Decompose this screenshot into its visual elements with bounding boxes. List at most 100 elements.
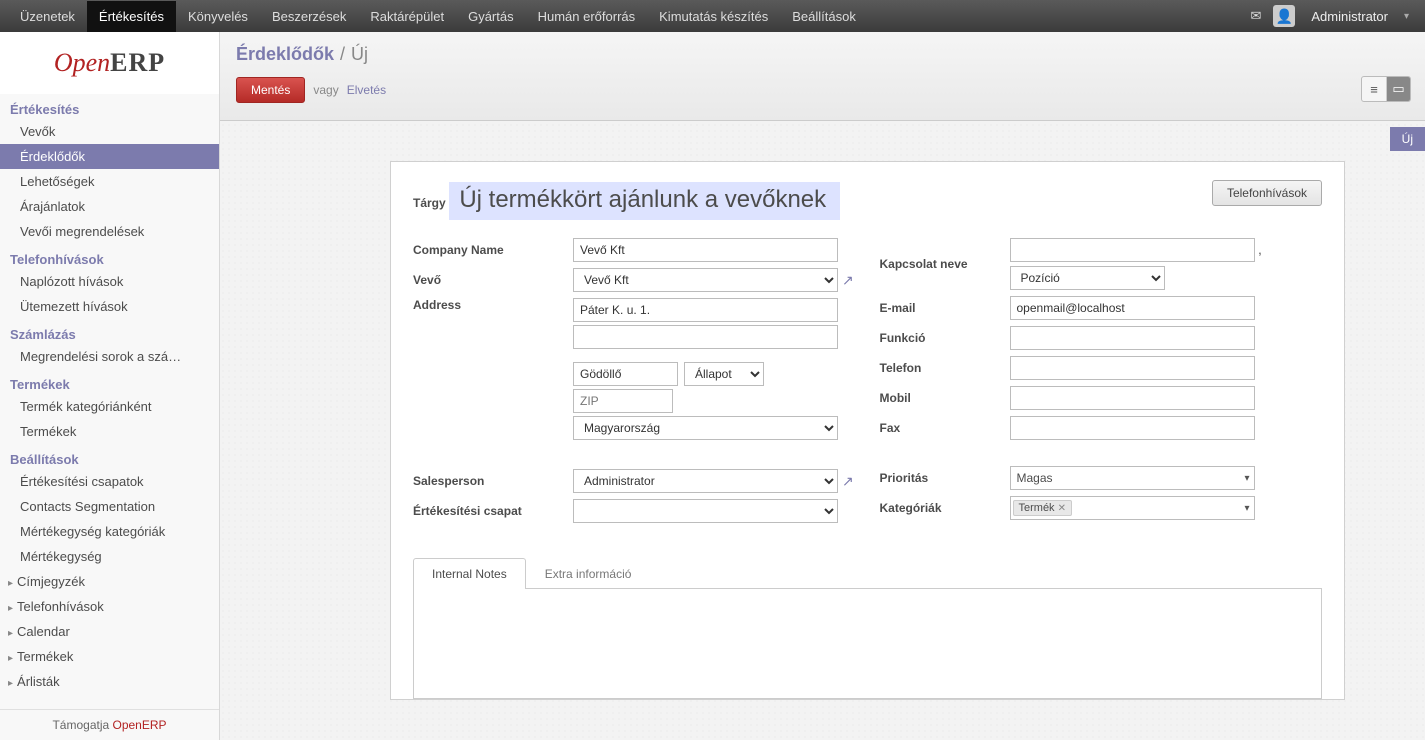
sidebar-item[interactable]: Vevői megrendelések [0,219,219,244]
sidebar: OpenERP ÉrtékesítésVevőkÉrdeklődőkLehető… [0,32,220,740]
topmenu-item[interactable]: Beszerzések [260,1,358,32]
logo[interactable]: OpenERP [0,32,220,94]
sidebar-item[interactable]: Érdeklődők [0,144,219,169]
chevron-down-icon: ▾ [1244,503,1249,514]
subject-field[interactable]: Új termékkört ajánlunk a vevőknek [449,182,840,220]
sidebar-item[interactable]: Telefonhívások [0,594,219,619]
categories-tagbox[interactable]: Termék ✕ ▾ [1010,496,1255,520]
topmenu-item[interactable]: Értékesítés [87,1,176,32]
priority-select[interactable]: Magas ▾ [1010,466,1255,490]
sidebar-item[interactable]: Megrendelési sorok a szá… [0,344,219,369]
fax-input[interactable] [1010,416,1255,440]
mobile-input[interactable] [1010,386,1255,410]
view-switcher: ≡ ▭ [1361,76,1411,102]
street2-input[interactable] [573,325,838,349]
status-tag-new[interactable]: Új [1390,127,1425,151]
street-input[interactable] [573,298,838,322]
sidebar-item[interactable]: Calendar [0,619,219,644]
sidebar-item[interactable]: Mértékegység [0,544,219,569]
tab-internal-notes[interactable]: Internal Notes [413,558,526,589]
discard-link[interactable]: Elvetés [347,83,386,97]
function-input[interactable] [1010,326,1255,350]
sidebar-section-title: Beállítások [0,444,219,469]
chevron-down-icon: ▾ [1244,473,1249,484]
email-label: E-mail [880,301,1000,315]
address-label: Address [413,298,563,312]
title-select[interactable]: Pozíció [1010,266,1165,290]
country-select[interactable]: Magyarország [573,416,838,440]
sidebar-item[interactable]: Termékek [0,644,219,669]
view-header: Érdeklődők / Új Mentés vagy Elvetés ≡ ▭ [220,32,1425,121]
close-icon[interactable]: ✕ [1058,503,1066,514]
top-menubar: ÜzenetekÉrtékesítésKönyvelésBeszerzésekR… [0,0,1425,32]
sidebar-item[interactable]: Vevők [0,119,219,144]
breadcrumb-root[interactable]: Érdeklődők [236,44,334,65]
zip-input[interactable] [573,389,673,413]
logo-open: Open [54,48,110,77]
contact-name-input[interactable] [1010,238,1255,262]
phone-label: Telefon [880,361,1000,375]
form-view-icon[interactable]: ▭ [1386,77,1410,101]
external-link-icon[interactable]: ↗ [842,272,854,289]
salesperson-select[interactable]: Administrator [573,469,838,493]
fax-label: Fax [880,421,1000,435]
state-select[interactable]: Állapot [684,362,764,386]
menubar-right: ✉ 👤 Administrator ▾ [1250,5,1417,27]
subject-label: Tárgy [413,196,446,210]
company-name-input[interactable] [573,238,838,262]
sidebar-section-title: Értékesítés [0,94,219,119]
chevron-down-icon[interactable]: ▾ [1404,11,1409,22]
sidebar-item[interactable]: Lehetőségek [0,169,219,194]
phone-calls-button[interactable]: Telefonhívások [1212,180,1322,206]
status-bar: Új [220,121,1425,161]
list-view-icon[interactable]: ≡ [1362,77,1386,101]
sidebar-item[interactable]: Árlisták [0,669,219,694]
breadcrumb-current: Új [351,44,368,65]
sidebar-item[interactable]: Címjegyzék [0,569,219,594]
company-name-label: Company Name [413,243,563,257]
save-button[interactable]: Mentés [236,77,305,103]
sales-team-select[interactable] [573,499,838,523]
sidebar-item[interactable]: Termékek [0,419,219,444]
sidebar-item[interactable]: Contacts Segmentation [0,494,219,519]
category-tag[interactable]: Termék ✕ [1013,500,1072,516]
phone-input[interactable] [1010,356,1255,380]
or-separator: vagy [313,83,338,97]
sidebar-item[interactable]: Ütemezett hívások [0,294,219,319]
topmenu-item[interactable]: Raktárépület [358,1,456,32]
topmenu-item[interactable]: Kimutatás készítés [647,1,780,32]
username-label[interactable]: Administrator [1307,9,1392,24]
sidebar-section-title: Számlázás [0,319,219,344]
sales-team-label: Értékesítési csapat [413,504,563,518]
sidebar-item[interactable]: Naplózott hívások [0,269,219,294]
sidebar-item[interactable]: Termék kategóriánként [0,394,219,419]
categories-label: Kategóriák [880,501,1000,515]
city-input[interactable] [573,362,678,386]
sidebar-item[interactable]: Árajánlatok [0,194,219,219]
breadcrumb: Érdeklődők / Új [236,44,1409,65]
mail-icon[interactable]: ✉ [1250,8,1261,24]
sidebar-item[interactable]: Mértékegység kategóriák [0,519,219,544]
logo-erp: ERP [110,48,165,77]
topmenu-item[interactable]: Humán erőforrás [526,1,648,32]
priority-label: Prioritás [880,471,1000,485]
tab-extra-info[interactable]: Extra információ [526,558,651,589]
salesperson-label: Salesperson [413,474,563,488]
customer-select[interactable]: Vevő Kft [573,268,838,292]
avatar[interactable]: 👤 [1273,5,1295,27]
topmenu-item[interactable]: Gyártás [456,1,526,32]
email-input[interactable] [1010,296,1255,320]
tabs: Internal Notes Extra információ [413,557,1322,589]
sidebar-section-title: Telefonhívások [0,244,219,269]
external-link-icon[interactable]: ↗ [842,473,854,490]
footer-brand-link[interactable]: OpenERP [113,718,167,732]
topmenu-item[interactable]: Könyvelés [176,1,260,32]
customer-label: Vevő [413,273,563,287]
topmenu-item[interactable]: Üzenetek [8,1,87,32]
topmenu-item[interactable]: Beállítások [780,1,868,32]
notes-textarea[interactable] [413,589,1322,699]
breadcrumb-separator: / [340,44,345,65]
contact-name-label: Kapcsolat neve [880,257,1000,271]
sidebar-item[interactable]: Értékesítési csapatok [0,469,219,494]
mobile-label: Mobil [880,391,1000,405]
